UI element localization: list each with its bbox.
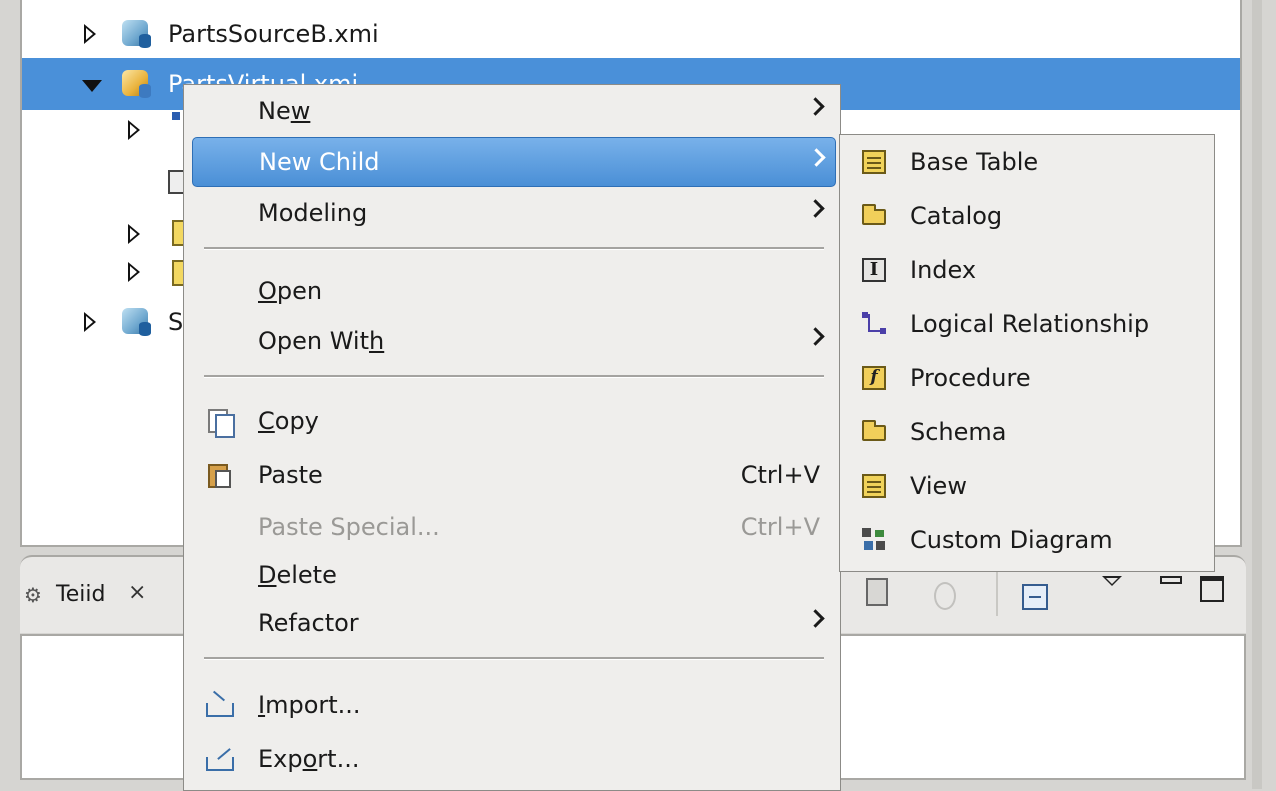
new-child-submenu: Base Table Catalog I Index Logical Relat… bbox=[839, 134, 1215, 572]
menu-item-refactor[interactable]: Refactor bbox=[184, 599, 840, 647]
menu-item-label: Copy bbox=[258, 407, 319, 435]
expand-arrow-icon[interactable] bbox=[128, 120, 140, 140]
minimize-icon[interactable] bbox=[1160, 576, 1182, 584]
procedure-icon: f bbox=[862, 366, 886, 390]
menu-item-export[interactable]: Export... bbox=[184, 735, 840, 783]
relationship-icon bbox=[862, 312, 886, 336]
expand-arrow-icon[interactable] bbox=[84, 312, 96, 332]
submenu-item-label: Base Table bbox=[910, 148, 1039, 176]
menu-item-label: Open With bbox=[258, 327, 385, 355]
virtual-model-icon bbox=[122, 70, 151, 98]
view-menu-icon-inner bbox=[1106, 578, 1118, 584]
submenu-arrow-icon bbox=[806, 327, 825, 346]
submenu-arrow-icon bbox=[806, 97, 825, 116]
source-model-icon bbox=[122, 20, 151, 48]
menu-item-import[interactable]: Import... bbox=[184, 681, 840, 729]
menu-item-label: New Child bbox=[259, 148, 380, 176]
submenu-item-view[interactable]: View bbox=[840, 459, 1214, 513]
menu-item-new-child[interactable]: New Child bbox=[192, 137, 836, 187]
submenu-arrow-icon bbox=[806, 609, 825, 628]
menu-item-label: Export... bbox=[258, 745, 360, 773]
submenu-item-custom-diagram[interactable]: Custom Diagram bbox=[840, 513, 1214, 567]
export-icon bbox=[206, 745, 234, 773]
expand-arrow-icon[interactable] bbox=[128, 262, 140, 282]
menu-item-copy[interactable]: Copy bbox=[184, 397, 840, 445]
menu-item-label: Paste bbox=[258, 461, 323, 489]
table-icon bbox=[862, 474, 886, 498]
menu-item-shortcut: Ctrl+V bbox=[740, 461, 820, 489]
close-tab-icon[interactable]: ⨯ bbox=[128, 580, 146, 605]
toolbar-separator bbox=[996, 572, 998, 616]
submenu-item-label: Logical Relationship bbox=[910, 310, 1150, 338]
sync-icon bbox=[934, 582, 956, 610]
menu-item-label: New bbox=[258, 97, 311, 125]
submenu-item-base-table[interactable]: Base Table bbox=[840, 135, 1214, 189]
menu-item-paste-special: Paste Special... Ctrl+V bbox=[184, 503, 840, 551]
paste-icon bbox=[206, 461, 234, 489]
menu-item-new[interactable]: New bbox=[184, 87, 840, 135]
submenu-item-label: Schema bbox=[910, 418, 1007, 446]
diagram-icon bbox=[862, 528, 886, 552]
menu-item-label: Paste Special... bbox=[258, 513, 440, 541]
menu-separator bbox=[204, 657, 824, 660]
import-icon bbox=[206, 690, 234, 719]
menu-item-shortcut: Ctrl+V bbox=[740, 513, 820, 541]
context-menu: New New Child Modeling Open Open With Co… bbox=[183, 84, 841, 791]
expand-arrow-icon[interactable] bbox=[128, 224, 140, 244]
folder-icon bbox=[862, 420, 886, 441]
teiid-view-tab[interactable]: Teiid bbox=[56, 582, 105, 607]
submenu-item-logical-relationship[interactable]: Logical Relationship bbox=[840, 297, 1214, 351]
collapse-all-icon[interactable] bbox=[1022, 584, 1048, 610]
folder-icon bbox=[862, 204, 886, 225]
tree-item-partssourceb[interactable]: PartsSourceB.xmi bbox=[22, 8, 1240, 60]
menu-separator bbox=[204, 375, 824, 378]
collapse-arrow-icon[interactable] bbox=[82, 80, 102, 92]
menu-item-open[interactable]: Open bbox=[184, 267, 840, 315]
new-view-icon[interactable] bbox=[866, 578, 888, 606]
expand-arrow-icon[interactable] bbox=[84, 24, 96, 44]
submenu-item-label: Procedure bbox=[910, 364, 1031, 392]
submenu-item-label: View bbox=[910, 472, 967, 500]
maximize-icon[interactable] bbox=[1200, 576, 1224, 602]
menu-item-label: Import... bbox=[258, 691, 361, 719]
menu-item-label: Delete bbox=[258, 561, 337, 589]
tree-item-label: S bbox=[168, 308, 184, 336]
menu-item-delete[interactable]: Delete bbox=[184, 551, 840, 599]
relationship-icon bbox=[172, 112, 180, 120]
teiid-icon: ⚙ bbox=[24, 583, 42, 607]
menu-separator bbox=[204, 247, 824, 250]
submenu-item-catalog[interactable]: Catalog bbox=[840, 189, 1214, 243]
submenu-item-schema[interactable]: Schema bbox=[840, 405, 1214, 459]
submenu-item-procedure[interactable]: f Procedure bbox=[840, 351, 1214, 405]
tree-item-label: PartsSourceB.xmi bbox=[168, 20, 379, 48]
submenu-item-label: Index bbox=[910, 256, 977, 284]
menu-item-label: Open bbox=[258, 277, 323, 305]
submenu-item-label: Catalog bbox=[910, 202, 1003, 230]
menu-item-modeling[interactable]: Modeling bbox=[184, 189, 840, 237]
source-model-icon bbox=[122, 308, 151, 336]
menu-item-label: Modeling bbox=[258, 199, 368, 227]
menu-item-open-with[interactable]: Open With bbox=[184, 317, 840, 365]
submenu-arrow-icon bbox=[807, 148, 826, 167]
table-icon bbox=[862, 150, 886, 174]
submenu-item-index[interactable]: I Index bbox=[840, 243, 1214, 297]
menu-item-label: Refactor bbox=[258, 609, 359, 637]
submenu-item-label: Custom Diagram bbox=[910, 526, 1113, 554]
index-icon: I bbox=[862, 258, 886, 282]
submenu-arrow-icon bbox=[806, 199, 825, 218]
menu-item-paste[interactable]: Paste Ctrl+V bbox=[184, 451, 840, 499]
window-edge bbox=[1252, 0, 1262, 789]
copy-icon bbox=[206, 407, 235, 438]
